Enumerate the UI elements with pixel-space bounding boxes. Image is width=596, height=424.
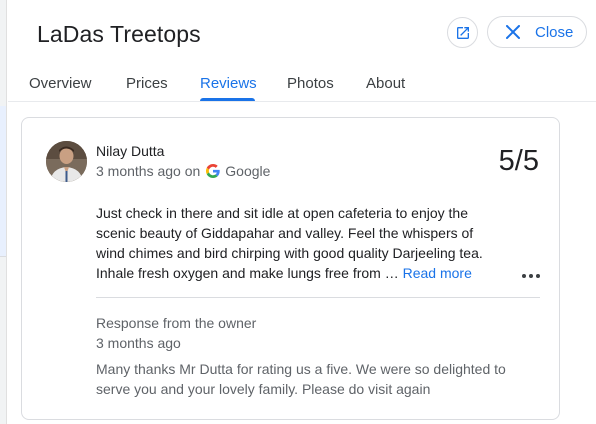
open-in-new-button[interactable] <box>447 17 478 48</box>
tab-about[interactable]: About <box>366 75 405 92</box>
close-button-label: Close <box>535 23 574 41</box>
tab-bar: Overview Prices Reviews Photos About <box>8 70 596 102</box>
more-vert-icon[interactable] <box>519 268 543 284</box>
close-icon <box>505 24 521 40</box>
review-card: Nilay Dutta 3 months ago on Google 5/5 J… <box>21 117 560 420</box>
review-source: Google <box>225 163 271 179</box>
page-title: LaDas Treetops <box>37 21 201 47</box>
left-panel-divider <box>0 256 6 257</box>
reviewer-name[interactable]: Nilay Dutta <box>96 143 164 159</box>
review-rating: 5/5 <box>498 145 539 177</box>
tab-prices[interactable]: Prices <box>126 75 168 92</box>
header: LaDas Treetops Close Overview Prices Rev… <box>8 0 596 102</box>
close-button[interactable]: Close <box>487 16 587 48</box>
owner-response-text: Many thanks Mr Dutta for rating us a fiv… <box>96 361 506 397</box>
review-meta: 3 months ago on Google <box>96 163 270 179</box>
open-in-new-icon <box>456 26 469 39</box>
left-panel-highlight <box>0 106 6 256</box>
header-divider <box>8 101 596 102</box>
avatar[interactable] <box>46 141 87 182</box>
card-divider <box>96 297 540 298</box>
read-more-link[interactable]: Read more <box>403 265 472 281</box>
tab-overview[interactable]: Overview <box>29 75 92 92</box>
owner-response-time: 3 months ago <box>96 335 181 351</box>
review-text: Just check in there and sit idle at open… <box>96 203 494 283</box>
review-time: 3 months ago on <box>96 163 201 179</box>
tab-photos[interactable]: Photos <box>287 75 334 92</box>
owner-response-heading: Response from the owner <box>96 315 257 331</box>
left-panel-edge <box>0 0 7 424</box>
tab-reviews[interactable]: Reviews <box>200 75 257 92</box>
google-g-icon <box>206 164 220 178</box>
